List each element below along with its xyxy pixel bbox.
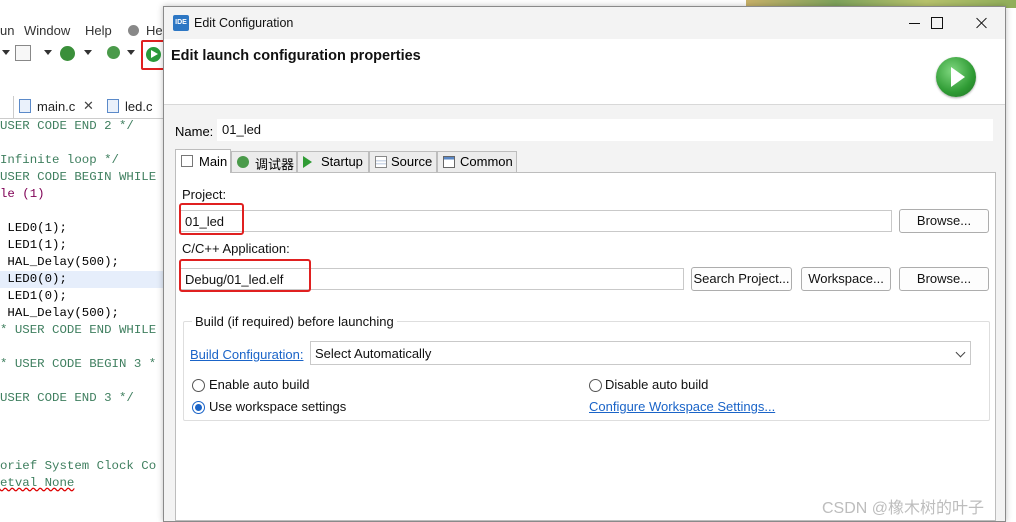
build-group-title: Build (if required) before launching bbox=[192, 314, 397, 329]
c-file-icon bbox=[107, 99, 119, 113]
tab-startup[interactable]: Startup bbox=[297, 151, 369, 172]
build-configuration-link[interactable]: Build Configuration: bbox=[190, 347, 303, 362]
code-line: HAL_Delay(500); bbox=[0, 255, 119, 269]
project-label: Project: bbox=[182, 187, 227, 202]
dropdown-caret-icon[interactable] bbox=[44, 50, 52, 55]
disable-auto-build-radio[interactable] bbox=[589, 379, 602, 392]
editor-tab-partial[interactable] bbox=[0, 96, 14, 118]
c-file-icon bbox=[19, 99, 31, 113]
main-tab-panel: Project: 01_led Browse... C/C++ Applicat… bbox=[175, 172, 996, 521]
disable-auto-build-label[interactable]: Disable auto build bbox=[605, 377, 708, 392]
close-button[interactable] bbox=[959, 7, 1005, 39]
user-icon bbox=[128, 25, 139, 36]
app-label: C/C++ Application: bbox=[182, 241, 290, 256]
name-input[interactable]: 01_led bbox=[217, 119, 993, 141]
dropdown-caret-icon[interactable] bbox=[2, 50, 10, 55]
dialog-header: Edit launch configuration properties bbox=[164, 39, 1005, 105]
enable-auto-build-radio[interactable] bbox=[192, 379, 205, 392]
config-tab-folder: Main 调试器 Startup Source Common Project: … bbox=[175, 149, 996, 521]
run-config-icon bbox=[936, 57, 976, 97]
code-line: HAL_Delay(500); bbox=[0, 306, 119, 320]
dialog-titlebar[interactable]: IDE Edit Configuration bbox=[164, 7, 1005, 39]
close-tab-icon[interactable]: ✕ bbox=[83, 98, 94, 114]
highlight-box-application bbox=[179, 259, 311, 292]
code-line: USER CODE END 3 */ bbox=[0, 391, 134, 405]
run-play-icon bbox=[146, 47, 161, 62]
dropdown-caret-icon[interactable] bbox=[127, 50, 135, 55]
menu-help[interactable]: Help bbox=[85, 23, 112, 38]
debugger-icon bbox=[237, 156, 249, 168]
build-group: Build (if required) before launching Bui… bbox=[183, 314, 990, 421]
code-line: * USER CODE END WHILE bbox=[0, 323, 157, 337]
code-line: orief System Clock Co bbox=[0, 459, 157, 473]
config-tabbar: Main 调试器 Startup Source Common bbox=[175, 149, 996, 173]
code-line: etval None bbox=[0, 476, 75, 490]
build-icon[interactable] bbox=[60, 46, 75, 61]
tab-main[interactable]: Main bbox=[175, 149, 231, 173]
source-icon bbox=[375, 156, 387, 168]
common-icon bbox=[443, 156, 455, 168]
code-line: USER CODE END 2 */ bbox=[0, 119, 134, 133]
code-line-highlighted: LED0(0); bbox=[0, 271, 170, 288]
startup-play-icon bbox=[303, 156, 312, 168]
tab-common[interactable]: Common bbox=[437, 151, 517, 172]
edit-configuration-dialog: IDE Edit Configuration Edit launch confi… bbox=[163, 6, 1006, 522]
name-label: Name: bbox=[175, 124, 214, 139]
dialog-title: Edit Configuration bbox=[194, 16, 294, 30]
code-line: Infinite loop */ bbox=[0, 153, 119, 167]
use-workspace-settings-label[interactable]: Use workspace settings bbox=[209, 399, 346, 414]
header-title: Edit launch configuration properties bbox=[171, 48, 421, 64]
build-configuration-select[interactable]: Select Automatically bbox=[310, 341, 971, 365]
watermark: CSDN @橡木树的叶子 bbox=[822, 500, 985, 517]
workspace-button[interactable]: Workspace... bbox=[801, 267, 891, 291]
maximize-button[interactable] bbox=[913, 7, 959, 39]
editor-tab-main-c[interactable]: main.c ✕ bbox=[19, 96, 103, 118]
chevron-down-icon bbox=[955, 347, 966, 358]
use-workspace-settings-radio[interactable] bbox=[192, 401, 205, 414]
menu-window[interactable]: Window bbox=[24, 23, 70, 38]
tab-debugger[interactable]: 调试器 bbox=[231, 151, 297, 172]
code-line: LED1(0); bbox=[0, 289, 67, 303]
new-file-icon[interactable] bbox=[15, 45, 31, 61]
enable-auto-build-label[interactable]: Enable auto build bbox=[209, 377, 309, 392]
code-editor[interactable]: USER CODE END 2 */ Infinite loop */ USER… bbox=[0, 118, 170, 522]
ide-background: un Window Help Hel main.c ✕ led.c USER C… bbox=[0, 0, 170, 522]
editor-tabs: main.c ✕ led.c bbox=[0, 93, 170, 119]
debug-bug-icon[interactable] bbox=[107, 46, 120, 59]
configure-workspace-settings-link[interactable]: Configure Workspace Settings... bbox=[589, 399, 775, 414]
code-line: USER CODE BEGIN WHILE bbox=[0, 170, 157, 184]
run-button[interactable] bbox=[141, 40, 165, 70]
code-line: le (1) bbox=[0, 187, 45, 201]
code-line: LED1(1); bbox=[0, 238, 67, 252]
code-line: LED0(1); bbox=[0, 221, 67, 235]
code-line: * USER CODE BEGIN 3 * bbox=[0, 357, 157, 371]
highlight-box-project bbox=[179, 203, 244, 235]
ide-menubar: un Window Help Hel bbox=[0, 20, 170, 42]
dialog-body: Name: 01_led Main 调试器 Startup Source Com… bbox=[164, 106, 1005, 521]
dropdown-caret-icon[interactable] bbox=[84, 50, 92, 55]
menu-run[interactable]: un bbox=[0, 23, 14, 38]
project-browse-button[interactable]: Browse... bbox=[899, 209, 989, 233]
search-project-button[interactable]: Search Project... bbox=[691, 267, 792, 291]
build-configuration-value: Select Automatically bbox=[315, 346, 432, 361]
app-browse-button[interactable]: Browse... bbox=[899, 267, 989, 291]
document-icon bbox=[181, 155, 193, 167]
project-input[interactable]: 01_led bbox=[180, 210, 892, 232]
editor-tab-led-c[interactable]: led.c bbox=[107, 96, 167, 118]
tab-source[interactable]: Source bbox=[369, 151, 437, 172]
ide-app-icon: IDE bbox=[173, 15, 189, 31]
